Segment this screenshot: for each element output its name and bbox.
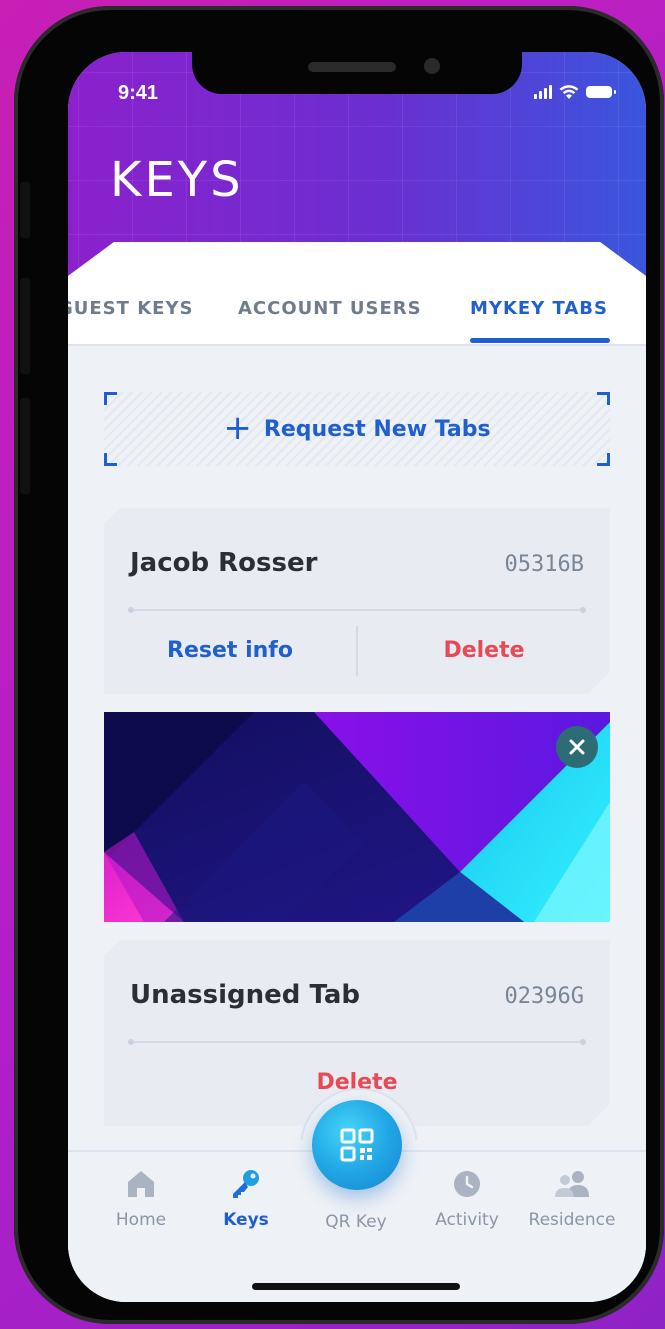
nav-keys[interactable]: Keys: [196, 1164, 296, 1230]
volume-up-button: [20, 278, 30, 374]
home-icon: [128, 1171, 154, 1197]
status-time: 9:41: [118, 82, 159, 104]
tab-account-users[interactable]: ACCOUNT USERS: [238, 298, 422, 319]
qr-code-icon: [340, 1128, 374, 1162]
delete-button[interactable]: Delete: [358, 638, 610, 663]
key-tab-card: Jacob Rosser 05316B Reset info Delete: [104, 508, 610, 694]
notch: [192, 52, 522, 94]
home-indicator: [252, 1283, 460, 1290]
card-code: 02396G: [504, 984, 584, 1009]
card-divider: [130, 1041, 584, 1043]
close-icon: [569, 739, 585, 755]
nav-activity[interactable]: Activity: [417, 1164, 517, 1230]
battery-icon: [586, 86, 616, 98]
signal-icon: [534, 85, 552, 99]
plus-icon: +: [223, 407, 252, 448]
status-icons: [534, 83, 616, 101]
mute-switch: [20, 182, 30, 238]
nav-residence[interactable]: Residence: [522, 1164, 622, 1230]
request-new-tabs-label: Request New Tabs: [263, 416, 491, 442]
tab-guest-keys[interactable]: GUEST KEYS: [68, 298, 193, 319]
bottom-tab-bar: Home Keys QR Key Activity Residence: [68, 1088, 646, 1302]
card-code: 05316B: [504, 552, 584, 577]
page-title: KEYS: [110, 152, 244, 208]
phone-frame: 9:41 KEYS GUEST KEYS ACCOUNT USERS MYKEY…: [14, 6, 664, 1324]
screen: 9:41 KEYS GUEST KEYS ACCOUNT USERS MYKEY…: [68, 52, 646, 1302]
nav-qr-key[interactable]: QR Key: [306, 1206, 406, 1232]
card-divider: [130, 609, 584, 611]
tab-mykey-tabs[interactable]: MYKEY TABS: [470, 298, 608, 319]
nav-activity-label: Activity: [435, 1210, 499, 1230]
reset-info-button[interactable]: Reset info: [104, 638, 356, 663]
nav-residence-label: Residence: [528, 1210, 616, 1230]
people-icon: [555, 1171, 589, 1197]
banner-graphic: [104, 712, 610, 922]
card-holder-name: Jacob Rosser: [130, 548, 318, 578]
request-new-tabs-button[interactable]: + Request New Tabs: [104, 392, 610, 466]
active-tab-indicator: [470, 338, 610, 343]
promo-banner[interactable]: [104, 712, 610, 922]
nav-keys-label: Keys: [223, 1210, 269, 1230]
card-holder-name: Unassigned Tab: [130, 980, 360, 1010]
tabs-bar: GUEST KEYS ACCOUNT USERS MYKEY TABS: [68, 242, 646, 346]
key-icon: [233, 1170, 259, 1198]
nav-home[interactable]: Home: [91, 1164, 191, 1230]
clock-icon: [454, 1171, 480, 1197]
volume-down-button: [20, 398, 30, 494]
nav-qr-key-label: QR Key: [325, 1212, 387, 1232]
front-camera: [424, 58, 440, 74]
wifi-icon: [559, 84, 579, 99]
nav-home-label: Home: [115, 1210, 167, 1230]
close-banner-button[interactable]: [556, 726, 598, 768]
speaker: [308, 62, 396, 72]
qr-key-button[interactable]: [312, 1100, 402, 1190]
